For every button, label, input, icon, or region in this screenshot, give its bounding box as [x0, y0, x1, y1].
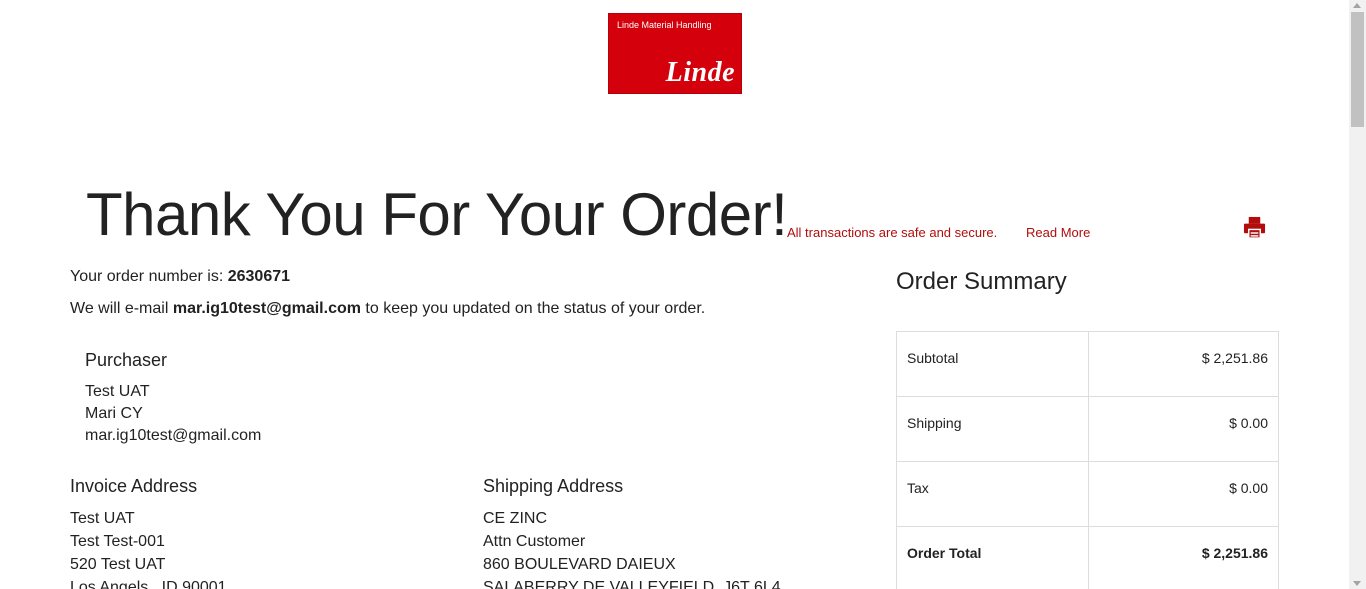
purchaser-line: mar.ig10test@gmail.com: [85, 427, 262, 444]
invoice-address-line: Test UAT: [70, 510, 135, 527]
summary-label: Subtotal: [896, 331, 1089, 397]
shipping-address-line: Attn Customer: [483, 533, 586, 550]
summary-value: $ 0.00: [1088, 461, 1279, 527]
summary-label: Tax: [896, 461, 1089, 527]
order-summary-heading: Order Summary: [896, 268, 1067, 295]
shipping-address-line: 860 BOULEVARD DAIEUX: [483, 556, 676, 573]
order-summary-table: Subtotal $ 2,251.86 Shipping $ 0.00 Tax …: [896, 331, 1279, 589]
summary-row-tax: Tax $ 0.00: [896, 461, 1279, 527]
invoice-address-line: 520 Test UAT: [70, 556, 166, 573]
logo-tagline: Linde Material Handling: [617, 20, 712, 30]
summary-value: $ 0.00: [1088, 396, 1279, 462]
purchaser-heading: Purchaser: [85, 350, 168, 370]
linde-logo: Linde Material Handling Linde: [608, 13, 742, 94]
invoice-address-heading: Invoice Address: [70, 476, 198, 496]
invoice-address-line: Los Angels , ID 90001: [70, 579, 227, 589]
summary-value: $ 2,251.86: [1088, 526, 1279, 589]
purchaser-section: Purchaser Test UAT Mari CY mar.ig10test@…: [85, 350, 261, 447]
vertical-scrollbar[interactable]: [1349, 0, 1366, 589]
security-notice: All transactions are safe and secure.: [787, 225, 998, 240]
page-title: Thank You For Your Order!: [86, 181, 788, 248]
order-number-prefix: Your order number is:: [70, 268, 224, 285]
shipping-address-heading: Shipping Address: [483, 476, 624, 496]
summary-row-order-total: Order Total $ 2,251.86: [896, 526, 1279, 589]
summary-label: Order Total: [896, 526, 1089, 589]
invoice-address-section: Invoice Address Test UAT Test Test-001 5…: [70, 476, 227, 589]
read-more-link[interactable]: Read More: [1026, 225, 1090, 240]
order-number: 2630671: [227, 268, 291, 285]
summary-label: Shipping: [896, 396, 1089, 462]
summary-row-shipping: Shipping $ 0.00: [896, 396, 1279, 462]
summary-row-subtotal: Subtotal $ 2,251.86: [896, 331, 1279, 397]
email-suffix: to keep you updated on the status of you…: [365, 300, 706, 317]
shipping-address-line: SALABERRY DE VALLEYFIELD, J6T 6L4: [483, 579, 781, 589]
summary-value: $ 2,251.86: [1088, 331, 1279, 397]
email-prefix: We will e-mail: [70, 300, 169, 317]
printer-icon[interactable]: [1243, 216, 1266, 239]
invoice-address-line: Test Test-001: [70, 533, 165, 550]
email-notice-line: We will e-mail mar.ig10test@gmail.com to…: [70, 300, 705, 318]
scroll-up-icon[interactable]: [1353, 3, 1361, 8]
shipping-address-section: Shipping Address CE ZINC Attn Customer 8…: [483, 476, 781, 589]
purchaser-line: Test UAT: [85, 383, 150, 400]
logo-wordmark: Linde: [665, 57, 735, 88]
scrollbar-thumb[interactable]: [1351, 12, 1364, 127]
purchaser-line: Mari CY: [85, 405, 143, 422]
order-number-line: Your order number is: 2630671: [70, 268, 290, 286]
notification-email: mar.ig10test@gmail.com: [172, 300, 361, 317]
shipping-address-line: CE ZINC: [483, 510, 547, 527]
scroll-down-icon[interactable]: [1353, 581, 1361, 586]
